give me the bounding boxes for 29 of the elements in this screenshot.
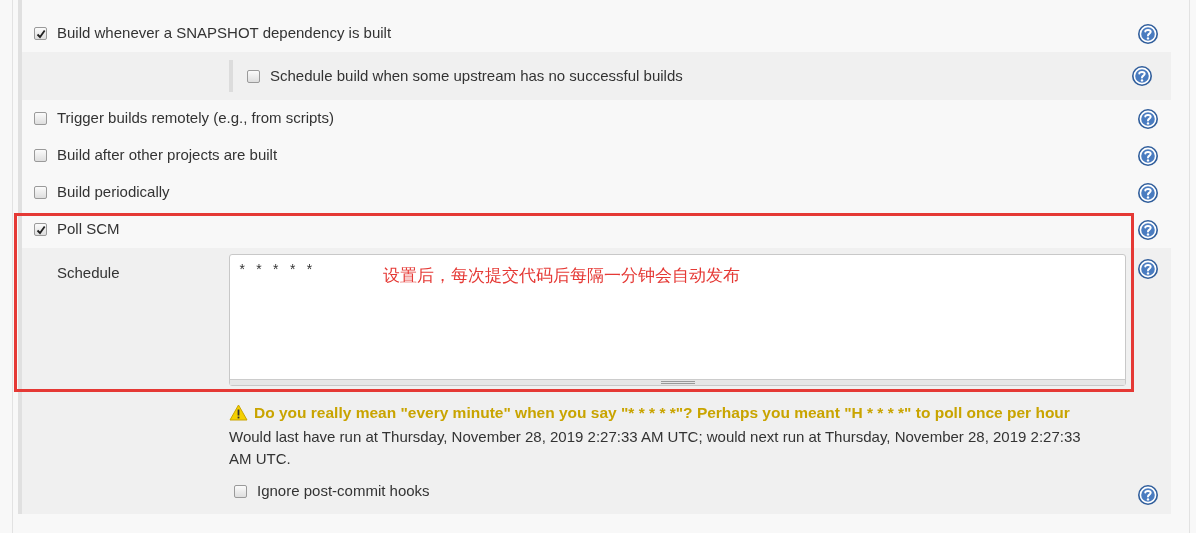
checkbox-label: Build periodically (57, 182, 171, 203)
checkbox[interactable] (234, 484, 247, 498)
help-icon[interactable] (1131, 65, 1153, 87)
field-label: Schedule (57, 264, 120, 281)
help-icon[interactable] (1137, 484, 1159, 507)
help-icon[interactable] (1137, 22, 1159, 45)
checkbox[interactable] (34, 149, 47, 162)
checkbox[interactable] (34, 186, 47, 199)
checkbox[interactable] (34, 223, 47, 236)
schedule-info-text: Would last have run at Thursday, November 28, 2019 2:27:33 AM UTC; would next run at Thursday, November 28, 2019 2:27:33 AM UTC. (229, 427, 1082, 470)
checkbox-label: Schedule build when some upstream has no successful builds (270, 65, 684, 86)
help-icon[interactable] (1137, 181, 1159, 204)
help-icon[interactable] (1137, 107, 1159, 130)
checkbox-label: Build whenever a SNAPSHOT dependency is built (57, 23, 393, 44)
help-icon[interactable] (1137, 144, 1159, 167)
help-icon[interactable] (1137, 258, 1159, 280)
checkbox[interactable] (247, 69, 260, 83)
resize-grip-icon[interactable] (660, 381, 695, 384)
checkbox[interactable] (34, 112, 47, 125)
help-icon[interactable] (1137, 218, 1159, 241)
checkbox-label: Ignore post-commit hooks (257, 481, 430, 501)
checkbox-label: Poll SCM (57, 219, 121, 240)
warning-icon (229, 404, 248, 422)
warning-text: Do you really mean "every minute" when you say "* * * * *"? Perhaps you meant "H * * * *" to poll once per hour (254, 403, 1070, 423)
field-value: * * * * * (238, 263, 314, 279)
annotation-text: 设置后，每次提交代码后每隔一分钟会自动发布 (383, 264, 740, 287)
checkbox-label: Trigger builds remotely (e.g., from scripts) (57, 108, 336, 129)
checkbox-label: Build after other projects are built (57, 145, 279, 166)
checkbox[interactable] (34, 27, 47, 40)
